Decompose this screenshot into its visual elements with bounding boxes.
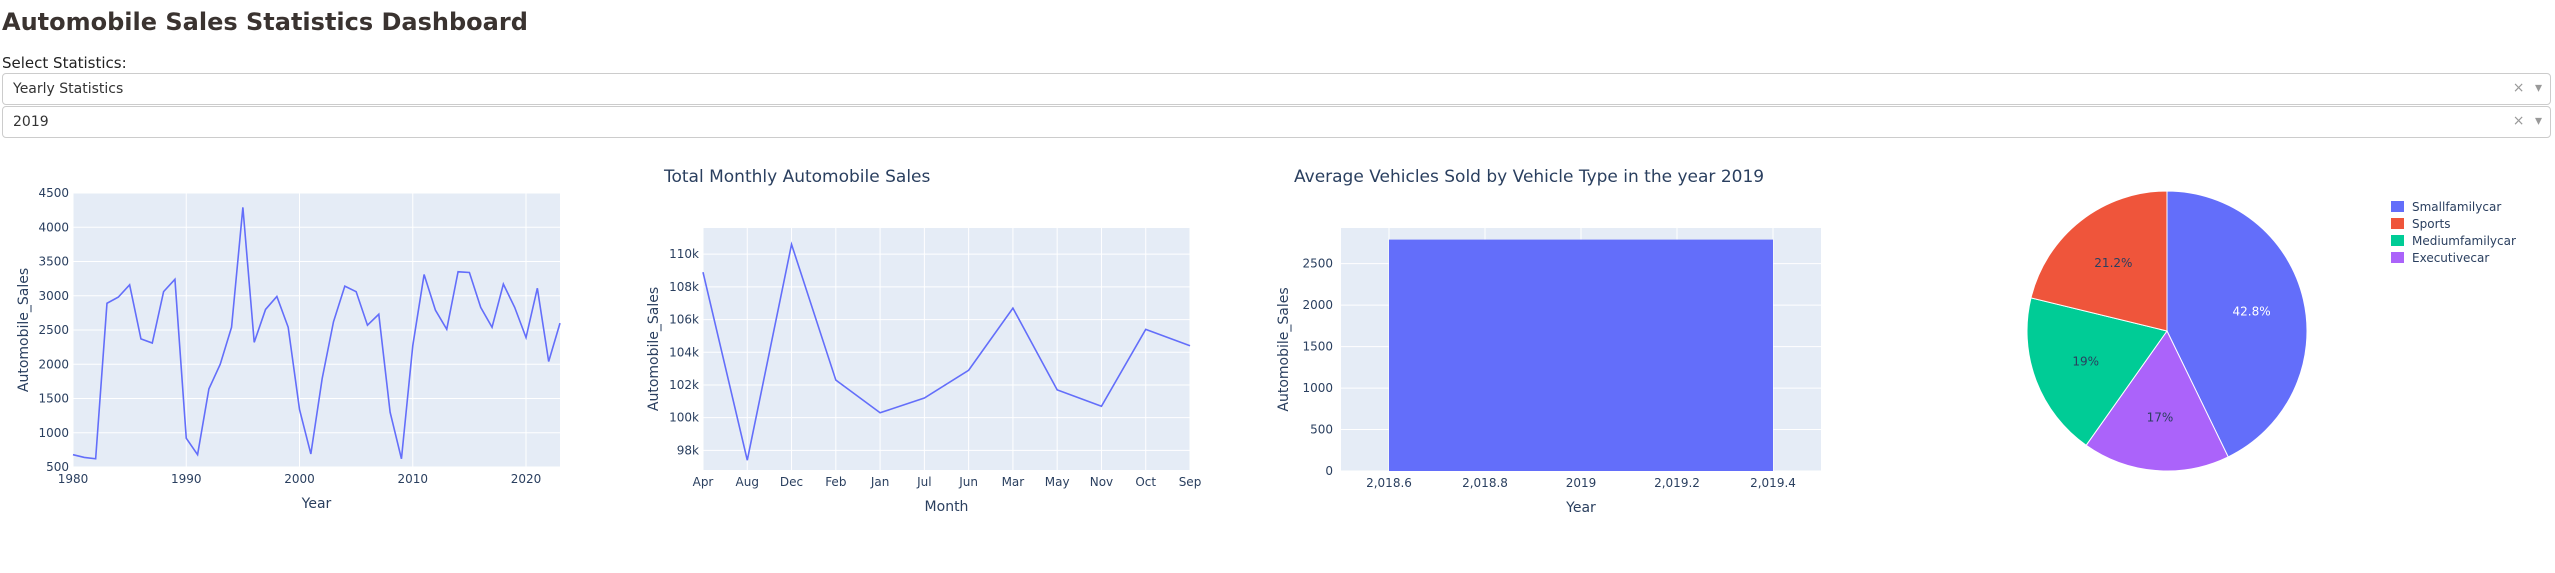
select-statistics-label: Select Statistics:: [2, 54, 127, 72]
slice-label: 42.8%: [2233, 305, 2271, 319]
y-tick-label: 2000: [38, 357, 69, 371]
plot-background: [703, 228, 1190, 470]
y-tick-label: 98k: [677, 443, 699, 457]
vehicle-type-bar-chart: Average Vehicles Sold by Vehicle Type in…: [1276, 167, 1821, 516]
legend-swatch: [2391, 201, 2404, 212]
x-tick-label: Apr: [693, 475, 714, 489]
x-tick-label: 2010: [397, 472, 428, 486]
x-tick-label: Dec: [780, 475, 803, 489]
legend-swatch: [2391, 218, 2404, 229]
statistics-dropdown[interactable]: Yearly Statistics × ▾: [2, 73, 2551, 105]
statistics-dropdown-value: Yearly Statistics: [13, 81, 124, 97]
x-tick-label: Nov: [1090, 475, 1113, 489]
y-tick-label: 106k: [669, 313, 699, 327]
legend-swatch: [2391, 235, 2404, 246]
x-tick-label: 1980: [58, 472, 89, 486]
x-tick-label: Jun: [958, 475, 978, 489]
y-tick-label: 102k: [669, 378, 699, 392]
legend-label: Mediumfamilycar: [2412, 234, 2516, 248]
x-tick-label: 2000: [284, 472, 315, 486]
x-tick-label: 2,018.6: [1366, 476, 1412, 490]
x-tick-label: 2,019.4: [1750, 476, 1796, 490]
x-tick-label: Aug: [736, 475, 759, 489]
chart-title: Total Monthly Automobile Sales: [663, 167, 930, 187]
clear-icon[interactable]: ×: [2513, 113, 2525, 129]
bar: [1389, 239, 1773, 471]
x-tick-label: Jul: [916, 475, 931, 489]
y-tick-label: 2500: [38, 323, 69, 337]
y-tick-label: 100k: [669, 411, 699, 425]
x-tick-label: Mar: [1002, 475, 1025, 489]
slice-label: 19%: [2072, 354, 2099, 368]
y-tick-label: 3000: [38, 289, 69, 303]
x-axis-label: Year: [301, 496, 332, 512]
y-tick-label: 110k: [669, 247, 699, 261]
x-tick-label: Feb: [825, 475, 846, 489]
year-dropdown[interactable]: 2019 × ▾: [2, 106, 2551, 138]
chevron-down-icon[interactable]: ▾: [2535, 80, 2542, 96]
monthly-sales-line-chart: Total Monthly Automobile Sales Apr Aug Dec F…: [646, 167, 1202, 515]
x-tick-label: Sep: [1179, 475, 1202, 489]
clear-icon[interactable]: ×: [2513, 80, 2525, 96]
y-tick-label: 2500: [1302, 257, 1333, 271]
y-tick-label: 104k: [669, 345, 699, 359]
slice-label: 17%: [2147, 411, 2174, 425]
y-tick-label: 1500: [38, 392, 69, 406]
x-tick-label: 2,019.2: [1654, 476, 1700, 490]
legend-label: Executivecar: [2412, 251, 2489, 265]
yearly-sales-line-chart: 1980 1990 2000 2010 2020 500 1000 1500 2000 2500 3…: [16, 186, 561, 512]
y-tick-label: 108k: [669, 280, 699, 294]
y-tick-label: 0: [1325, 464, 1333, 478]
y-tick-label: 3500: [38, 255, 69, 269]
y-tick-label: 1000: [38, 426, 69, 440]
x-tick-label: 1990: [171, 472, 202, 486]
legend-label: Sports: [2412, 217, 2450, 231]
legend-label: Smallfamilycar: [2412, 200, 2501, 214]
x-tick-label: 2019: [1566, 476, 1597, 490]
y-axis-label: Automobile_Sales: [16, 268, 32, 392]
chevron-down-icon[interactable]: ▾: [2535, 113, 2542, 129]
y-tick-label: 1000: [1302, 381, 1333, 395]
year-dropdown-value: 2019: [13, 114, 49, 130]
chart-title: Average Vehicles Sold by Vehicle Type in…: [1294, 167, 1764, 187]
page-title: Automobile Sales Statistics Dashboard: [2, 8, 528, 36]
y-tick-label: 500: [1310, 423, 1333, 437]
slice-label: 21.2%: [2094, 256, 2132, 270]
y-tick-label: 500: [46, 460, 69, 474]
x-tick-label: 2020: [511, 472, 542, 486]
x-tick-label: May: [1045, 475, 1070, 489]
y-tick-label: 4500: [38, 186, 69, 200]
x-tick-label: Jan: [870, 475, 890, 489]
vehicle-type-pie-chart: 42.8% 17% 19% 21.2% Smallfamilycar Sports Medi…: [2026, 190, 2516, 472]
x-tick-label: 2,018.8: [1462, 476, 1508, 490]
x-axis-label: Month: [925, 499, 969, 515]
y-axis-label: Automobile_Sales: [646, 287, 662, 411]
y-tick-label: 1500: [1302, 340, 1333, 354]
y-axis-label: Automobile_Sales: [1276, 287, 1292, 411]
y-tick-label: 4000: [38, 220, 69, 234]
x-axis-label: Year: [1565, 500, 1596, 516]
legend-swatch: [2391, 252, 2404, 263]
x-tick-label: Oct: [1135, 475, 1156, 489]
y-tick-label: 2000: [1302, 298, 1333, 312]
